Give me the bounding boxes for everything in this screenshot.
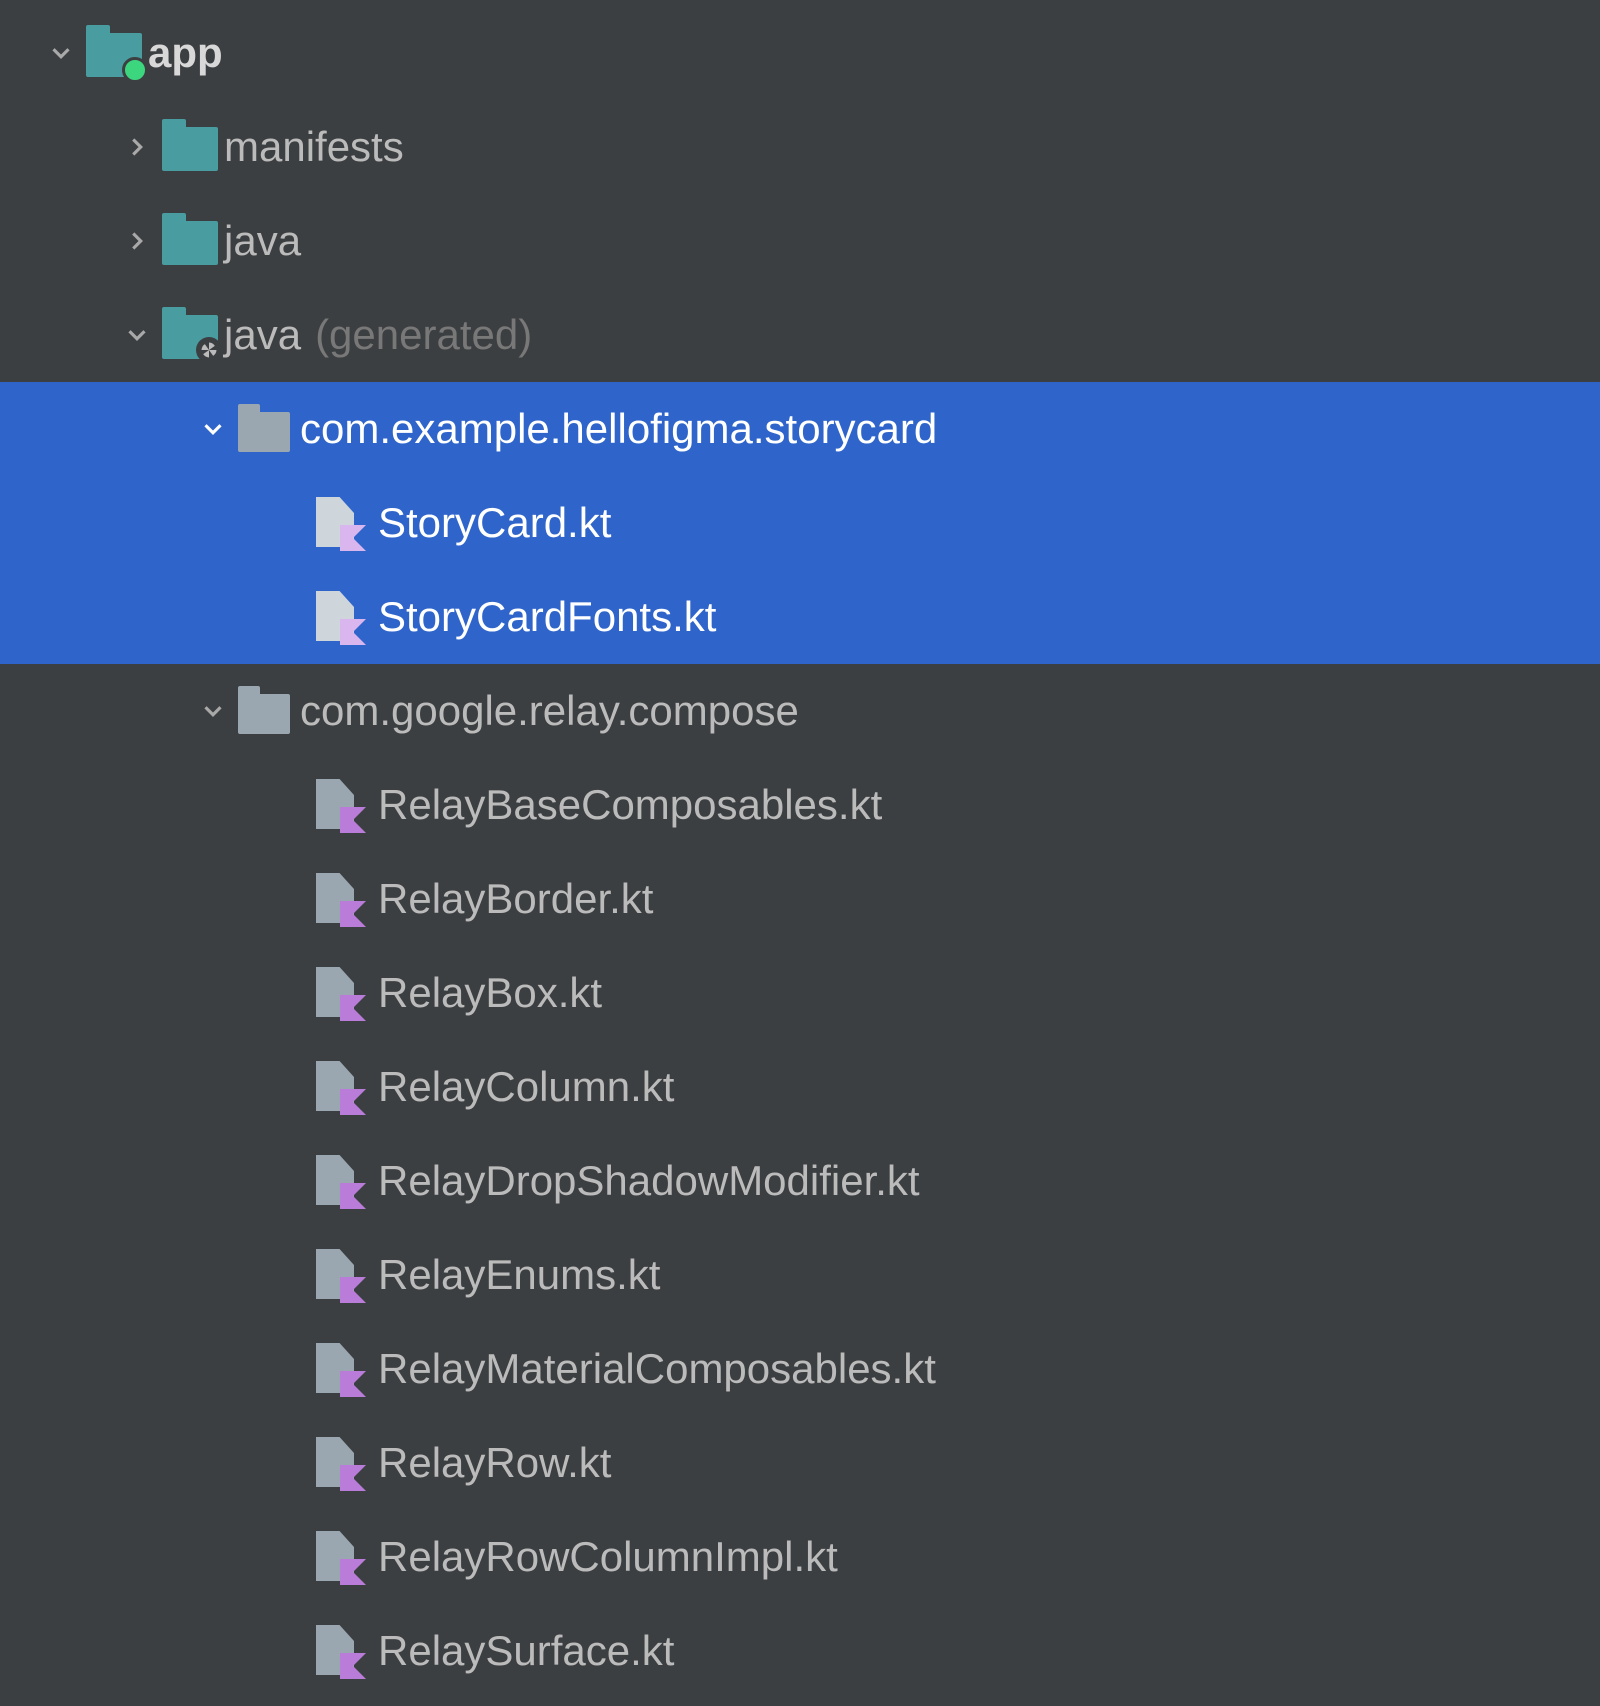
kotlin-file-icon — [316, 591, 362, 643]
tree-label: java — [224, 220, 301, 262]
chevron-right-icon[interactable] — [112, 226, 162, 256]
tree-row-module-app[interactable]: app — [0, 6, 1600, 100]
kotlin-file-icon — [316, 1249, 362, 1301]
tree-row-folder-manifests[interactable]: manifests — [0, 100, 1600, 194]
package-folder-icon — [238, 412, 290, 452]
module-folder-icon — [86, 33, 142, 77]
kotlin-file-icon — [316, 1531, 362, 1583]
folder-icon — [162, 221, 218, 265]
tree-row-package-relay[interactable]: com.google.relay.compose — [0, 664, 1600, 758]
tree-row-package-storycard[interactable]: com.example.hellofigma.storycard — [0, 382, 1600, 476]
chevron-down-icon[interactable] — [112, 320, 162, 350]
tree-label: app — [148, 32, 223, 74]
tree-label: StoryCard.kt — [378, 502, 611, 544]
kotlin-file-icon — [316, 1343, 362, 1395]
tree-label: RelayBox.kt — [378, 972, 602, 1014]
tree-label: RelayRowColumnImpl.kt — [378, 1536, 838, 1578]
tree-row-file[interactable]: RelayEnums.kt — [0, 1228, 1600, 1322]
tree-row-file[interactable]: RelayBaseComposables.kt — [0, 758, 1600, 852]
tree-row-file[interactable]: RelayBorder.kt — [0, 852, 1600, 946]
tree-row-folder-java-generated[interactable]: java (generated) — [0, 288, 1600, 382]
kotlin-file-icon — [316, 497, 362, 549]
tree-row-file[interactable]: StoryCard.kt — [0, 476, 1600, 570]
tree-row-folder-java[interactable]: java — [0, 194, 1600, 288]
kotlin-file-icon — [316, 1437, 362, 1489]
project-tree[interactable]: app manifests java — [0, 0, 1600, 1698]
tree-row-file[interactable]: RelayDropShadowModifier.kt — [0, 1134, 1600, 1228]
tree-label: manifests — [224, 126, 404, 168]
tree-label: com.google.relay.compose — [300, 690, 799, 732]
tree-row-file[interactable]: RelayBox.kt — [0, 946, 1600, 1040]
tree-label: StoryCardFonts.kt — [378, 596, 716, 638]
chevron-right-icon[interactable] — [112, 132, 162, 162]
tree-label: RelayMaterialComposables.kt — [378, 1348, 936, 1390]
kotlin-file-icon — [316, 967, 362, 1019]
tree-row-file[interactable]: RelayRow.kt — [0, 1416, 1600, 1510]
package-folder-icon — [238, 694, 290, 734]
tree-label: RelaySurface.kt — [378, 1630, 674, 1672]
tree-label: RelayBorder.kt — [378, 878, 653, 920]
tree-row-file[interactable]: RelaySurface.kt — [0, 1604, 1600, 1698]
kotlin-file-icon — [316, 779, 362, 831]
generated-folder-icon — [162, 315, 218, 359]
chevron-down-icon[interactable] — [188, 696, 238, 726]
tree-row-file[interactable]: StoryCardFonts.kt — [0, 570, 1600, 664]
kotlin-file-icon — [316, 1061, 362, 1113]
tree-label: RelayRow.kt — [378, 1442, 611, 1484]
kotlin-file-icon — [316, 1155, 362, 1207]
tree-label: com.example.hellofigma.storycard — [300, 408, 937, 450]
tree-label: RelayEnums.kt — [378, 1254, 660, 1296]
kotlin-file-icon — [316, 1625, 362, 1677]
tree-label: RelayBaseComposables.kt — [378, 784, 882, 826]
tree-row-file[interactable]: RelayColumn.kt — [0, 1040, 1600, 1134]
tree-label-suffix: (generated) — [315, 314, 532, 356]
tree-row-file[interactable]: RelayMaterialComposables.kt — [0, 1322, 1600, 1416]
chevron-down-icon[interactable] — [188, 414, 238, 444]
tree-label: java — [224, 314, 301, 356]
chevron-down-icon[interactable] — [36, 38, 86, 68]
folder-icon — [162, 127, 218, 171]
tree-label: RelayDropShadowModifier.kt — [378, 1160, 920, 1202]
kotlin-file-icon — [316, 873, 362, 925]
tree-label: RelayColumn.kt — [378, 1066, 674, 1108]
pinwheel-icon — [196, 337, 222, 363]
tree-row-file[interactable]: RelayRowColumnImpl.kt — [0, 1510, 1600, 1604]
